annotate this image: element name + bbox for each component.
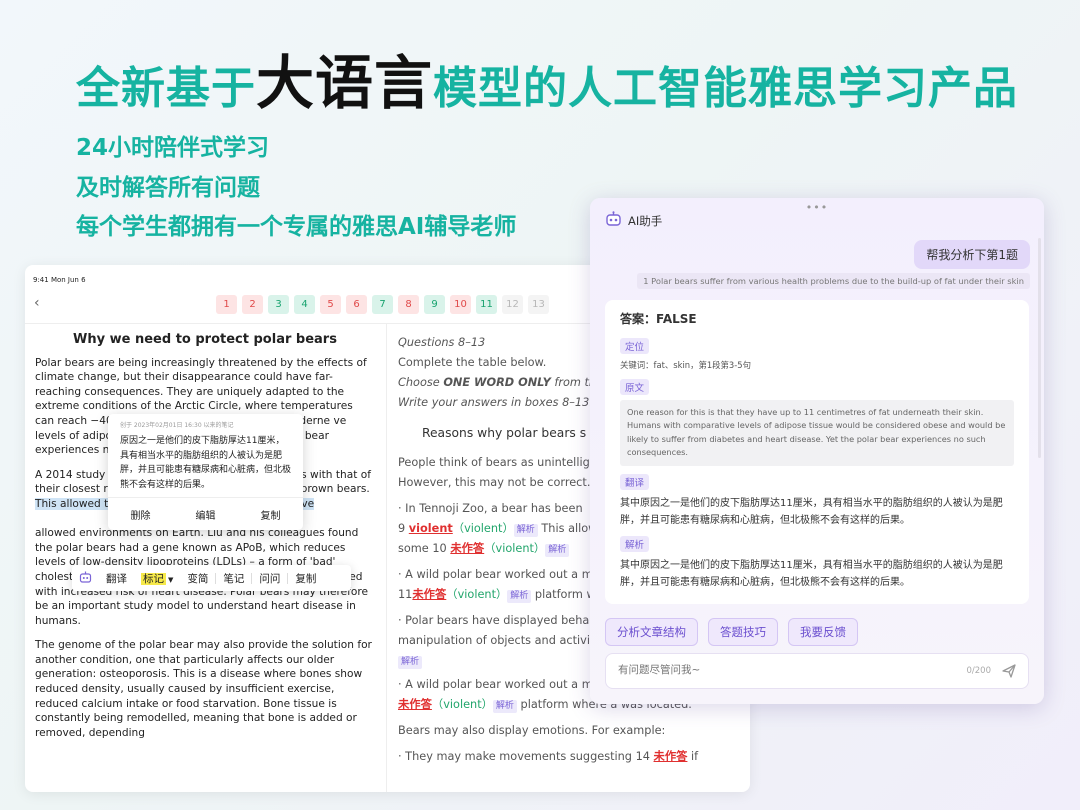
simplify-button[interactable]: 变简 [180,571,215,586]
note-button[interactable]: 笔记 [216,571,251,586]
explain-tag[interactable]: 解析 [398,656,423,669]
question-number[interactable]: 7 [372,295,393,314]
translation-label: 翻译 [620,473,650,490]
copy-button[interactable]: 复制 [261,507,281,522]
answer-heading: 答案：FALSE [620,312,697,326]
user-answer[interactable]: 未作答 [654,750,688,763]
feedback-chip[interactable]: 我要反馈 [788,618,858,646]
question-navigator: 1 2 3 4 5 6 7 8 9 10 11 12 13 [216,295,549,314]
question-number[interactable]: 9 [424,295,445,314]
translation-text: 其中原因之一是他们的皮下脂肪厚达11厘米，具有相当水平的脂肪组织的人被认为是肥胖… [620,497,1003,526]
question-number[interactable]: 5 [320,295,341,314]
main-headline: 全新基于大语言模型的人工智能雅思学习产品 [76,49,1019,117]
subtitle-1: 24小时陪伴式学习 [76,135,270,161]
question-number[interactable]: 1 [216,295,237,314]
copy-button[interactable]: 复制 [288,571,323,586]
explain-tag[interactable]: 解析 [545,544,570,557]
selection-toolbar: 翻译 标记 ▼ 变简 笔记 问问 复制 [72,565,351,591]
chevron-left-icon[interactable]: ‹ [34,295,40,311]
send-icon[interactable] [1001,663,1017,683]
user-message: 帮我分析下第1题 [914,240,1030,269]
question-number[interactable]: 10 [450,295,471,314]
edit-button[interactable]: 编辑 [196,507,216,522]
question-number[interactable]: 2 [242,295,263,314]
robot-icon[interactable] [72,571,99,586]
ai-panel-title: AI助手 [605,211,662,230]
analysis-text: 其中原因之一是他们的皮下脂肪厚达11厘米，具有相当水平的脂肪组织的人被认为是肥胖… [620,559,1003,588]
user-answer[interactable]: violent [409,522,453,535]
question-number[interactable]: 3 [268,295,289,314]
translate-button[interactable]: 翻译 [99,571,134,586]
scrollbar[interactable] [1038,238,1041,458]
ask-button[interactable]: 问问 [252,571,287,586]
note-popup: 创于 2023年02月01日 16:30 以来的笔记 原因之一是他们的皮下脂肪厚… [108,414,303,530]
question-number[interactable]: 12 [502,295,523,314]
delete-button[interactable]: 删除 [131,507,151,522]
subtitle-2: 及时解答所有问题 [76,175,260,201]
article-title: Why we need to protect polar bears [73,332,337,347]
question-number[interactable]: 13 [528,295,549,314]
note-text: 原因之一是他们的皮下脂肪厚达11厘米，具有相当水平的脂肪组织的人被认为是肥胖，并… [120,436,292,490]
char-counter: 0/200 [966,666,992,676]
caret-down-icon: ▼ [168,575,174,584]
chat-input-box: 0/200 [605,653,1029,689]
question-number[interactable]: 4 [294,295,315,314]
ai-assistant-panel: ••• AI助手 帮我分析下第1题 1 Polar bears suffer f… [590,198,1044,704]
status-bar: 9:41 Mon Jun 6 [33,276,86,284]
quoted-question: 1 Polar bears suffer from various health… [637,273,1030,289]
explain-tag[interactable]: 解析 [492,700,517,713]
mark-button[interactable]: 标记 ▼ [134,571,180,586]
user-answer[interactable]: 未作答 [398,698,432,711]
user-answer[interactable]: 未作答 [412,588,446,601]
question-number[interactable]: 11 [476,295,497,314]
user-answer[interactable]: 未作答 [450,542,484,555]
explain-tag[interactable]: 解析 [513,524,538,537]
article-pane: Why we need to protect polar bears Polar… [35,332,375,750]
analysis-label: 解析 [620,535,650,552]
note-meta: 创于 2023年02月01日 16:30 以来的笔记 [120,422,234,429]
original-label: 原文 [620,379,650,395]
chat-input[interactable] [618,664,918,676]
question-number[interactable]: 6 [346,295,367,314]
robot-icon [605,211,622,230]
analyze-structure-chip[interactable]: 分析文章结构 [605,618,698,646]
original-text: One reason for this is that they have up… [620,400,1014,466]
article-paragraph: The genome of the polar bear may also pr… [35,639,372,739]
keywords: 关键词：fat、skin，第1段第3-5句 [620,360,751,370]
answer-row-14: · They may make movements suggesting 14 … [398,750,699,763]
locate-label: 定位 [620,338,650,354]
ai-answer-card: 答案：FALSE 定位 关键词：fat、skin，第1段第3-5句 原文 One… [605,300,1029,604]
explain-tag[interactable]: 解析 [507,590,532,603]
question-number[interactable]: 8 [398,295,419,314]
subtitle-3: 每个学生都拥有一个专属的雅思AI辅导老师 [76,214,517,240]
answer-tips-chip[interactable]: 答题技巧 [708,618,778,646]
